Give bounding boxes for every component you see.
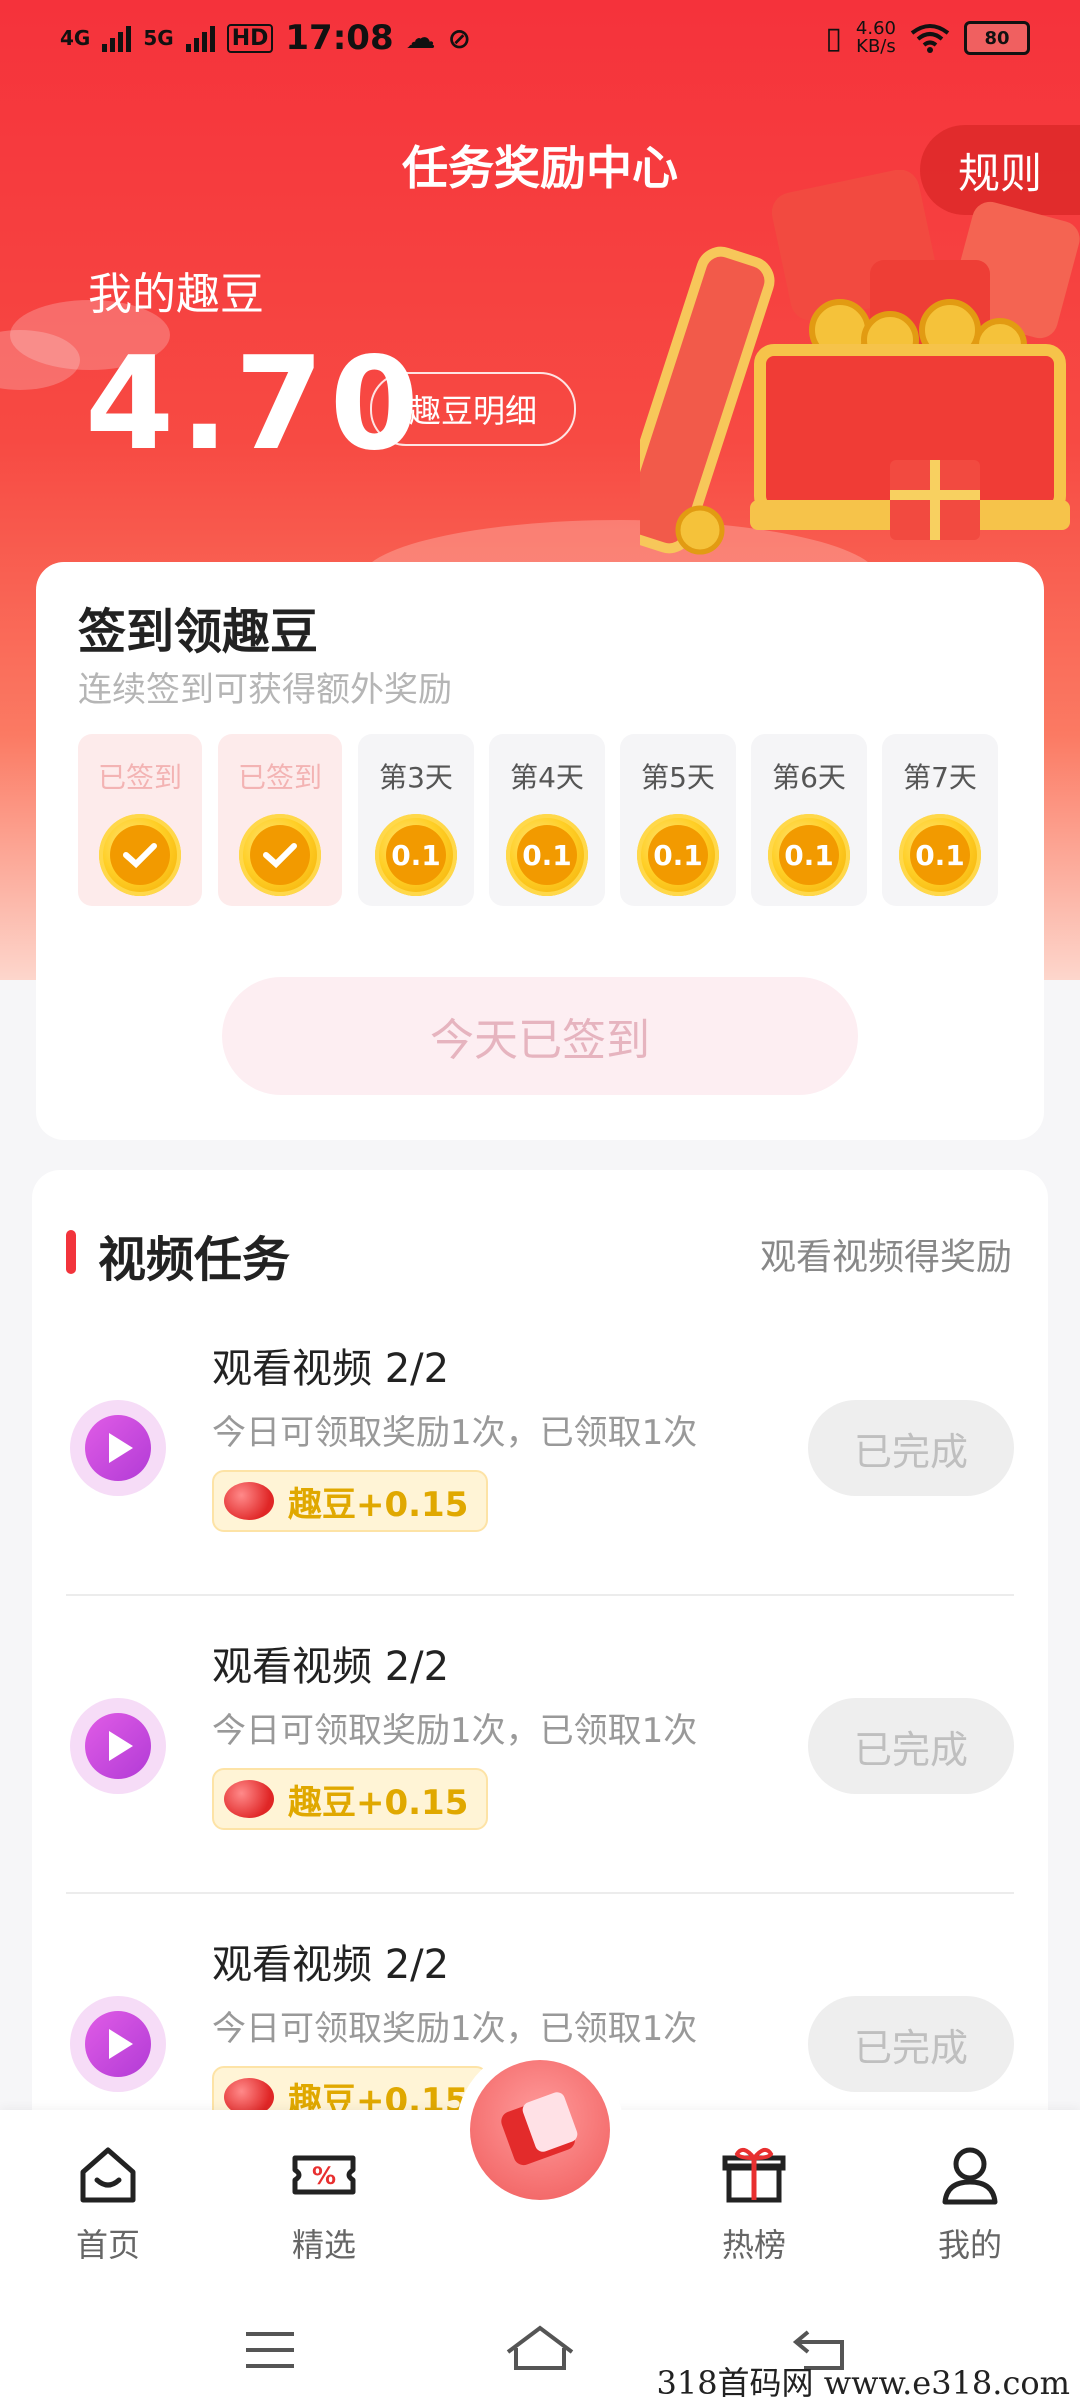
play-icon — [70, 1698, 166, 1794]
profile-icon — [942, 2147, 998, 2205]
task-completed-button[interactable]: 已完成 — [808, 1698, 1014, 1794]
task-desc: 今日可领取奖励1次，已领取1次 — [212, 1413, 698, 1453]
network-label: 4G — [60, 26, 91, 50]
tab-hot-list[interactable]: 热榜 — [684, 2140, 824, 2266]
tab-label: 我的 — [937, 2226, 1002, 2264]
battery-icon: 80 — [964, 21, 1030, 55]
coin-icon: 0.1 — [899, 814, 981, 896]
task-item: 观看视频 2/2 今日可领取奖励1次，已领取1次 趣豆+0.15 已完成 — [66, 1300, 1014, 1596]
cloud-icon: ☁ — [405, 20, 436, 56]
signin-day-2[interactable]: 已签到 — [218, 734, 342, 906]
tab-label: 精选 — [291, 2226, 356, 2264]
task-name: 观看视频 2/2 — [212, 1644, 450, 1690]
net-speed: 4.60 KB/s — [856, 20, 896, 56]
task-reward-text: 趣豆+0.15 — [288, 1484, 469, 1525]
task-name: 观看视频 2/2 — [212, 1346, 450, 1392]
task-reward-text: 趣豆+0.15 — [288, 1782, 469, 1823]
signin-subtitle: 连续签到可获得额外奖励 — [78, 670, 452, 710]
signin-day-label: 已签到 — [97, 761, 182, 794]
task-reward: 趣豆+0.15 — [212, 1470, 489, 1532]
video-tasks-hint: 观看视频得奖励 — [759, 1237, 1012, 1278]
signed-today-button[interactable]: 今天已签到 — [222, 977, 858, 1095]
hd-badge: HD — [226, 23, 274, 53]
red-envelope-icon — [501, 2092, 578, 2166]
task-desc: 今日可领取奖励1次，已领取1次 — [212, 1711, 698, 1751]
treasure-box-illustration — [640, 170, 1080, 555]
signal-icon — [102, 24, 132, 52]
vibrate-icon: ▯ — [825, 20, 842, 56]
menu-icon[interactable] — [230, 2310, 310, 2390]
task-desc: 今日可领取奖励1次，已领取1次 — [212, 2009, 698, 2049]
signin-day-3[interactable]: 第3天 0.1 — [358, 734, 474, 906]
signin-day-4[interactable]: 第4天 0.1 — [489, 734, 605, 906]
task-name: 观看视频 2/2 — [212, 1942, 450, 1988]
signal-icon — [185, 24, 215, 52]
bean-icon — [224, 1780, 274, 1818]
coin-reward: 0.1 — [653, 838, 703, 872]
coin-reward: 0.1 — [522, 838, 572, 872]
video-tasks-title: 视频任务 — [98, 1232, 291, 1288]
signin-card: 签到领趣豆 连续签到可获得额外奖励 已签到 已签到 第3天 0.1 第4天 0.… — [36, 562, 1044, 1140]
signin-day-label: 第4天 — [510, 761, 584, 794]
play-icon — [70, 1400, 166, 1496]
app-notification-icon: ⊘ — [447, 21, 472, 55]
home-nav-icon[interactable] — [500, 2310, 580, 2390]
section-accent-bar — [66, 1230, 76, 1274]
coin-icon: 0.1 — [506, 814, 588, 896]
divider — [66, 1892, 1014, 1894]
tab-label: 热榜 — [721, 2226, 786, 2264]
play-icon — [70, 1996, 166, 2092]
signin-title: 签到领趣豆 — [78, 604, 319, 660]
signin-day-5[interactable]: 第5天 0.1 — [620, 734, 736, 906]
coin-icon: 0.1 — [768, 814, 850, 896]
battery-level: 80 — [984, 27, 1010, 49]
task-completed-button[interactable]: 已完成 — [808, 1400, 1014, 1496]
signin-day-6[interactable]: 第6天 0.1 — [751, 734, 867, 906]
coin-icon: 0.1 — [375, 814, 457, 896]
tab-home[interactable]: 首页 — [38, 2140, 178, 2266]
home-icon — [80, 2147, 136, 2203]
network-label: 5G — [143, 26, 174, 50]
my-beans-label: 我的趣豆 — [88, 269, 264, 320]
coin-icon: 0.1 — [637, 814, 719, 896]
wifi-icon — [910, 24, 950, 53]
signin-day-label: 第5天 — [641, 761, 715, 794]
checkmark-icon — [239, 814, 321, 896]
gift-icon — [722, 2147, 786, 2203]
divider — [66, 1594, 1014, 1596]
video-tasks-card: 视频任务 观看视频得奖励 观看视频 2/2 今日可领取奖励1次，已领取1次 趣豆… — [32, 1170, 1048, 2170]
net-speed-unit: KB/s — [856, 36, 896, 57]
tab-label: 首页 — [75, 2226, 140, 2264]
beans-detail-button[interactable]: 趣豆明细 — [370, 372, 576, 446]
coin-reward: 0.1 — [784, 838, 834, 872]
signin-day-label: 第3天 — [379, 761, 453, 794]
task-item: 观看视频 2/2 今日可领取奖励1次，已领取1次 趣豆+0.15 已完成 — [66, 1598, 1014, 1894]
signin-day-label: 已签到 — [237, 761, 322, 794]
watermark-text: 318首码网 www.e318.com — [656, 2364, 1070, 2402]
tab-featured[interactable]: % 精选 — [254, 2140, 394, 2266]
coin-reward: 0.1 — [915, 838, 965, 872]
system-navigation-bar: 318首码网 www.e318.com — [0, 2288, 1080, 2408]
bean-icon — [224, 1482, 274, 1520]
signin-day-7[interactable]: 第7天 0.1 — [882, 734, 998, 906]
signin-day-1[interactable]: 已签到 — [78, 734, 202, 906]
signin-days: 已签到 已签到 第3天 0.1 第4天 0.1 第5天 0.1 第6天 0.1 … — [78, 734, 1038, 906]
svg-text:%: % — [312, 2162, 336, 2190]
tab-profile[interactable]: 我的 — [900, 2140, 1040, 2266]
coin-reward: 0.1 — [391, 838, 441, 872]
tab-center-envelope[interactable] — [470, 2060, 610, 2200]
coupon-icon: % — [292, 2155, 356, 2195]
task-reward: 趣豆+0.15 — [212, 1768, 489, 1830]
signin-day-label: 第7天 — [903, 761, 977, 794]
clock: 17:08 — [285, 18, 394, 58]
task-completed-button[interactable]: 已完成 — [808, 1996, 1014, 2092]
checkmark-icon — [99, 814, 181, 896]
status-bar: 4G 5G HD 17:08 ☁ ⊘ ▯ 4.60 KB/s 80 — [0, 0, 1080, 80]
signin-day-label: 第6天 — [772, 761, 846, 794]
